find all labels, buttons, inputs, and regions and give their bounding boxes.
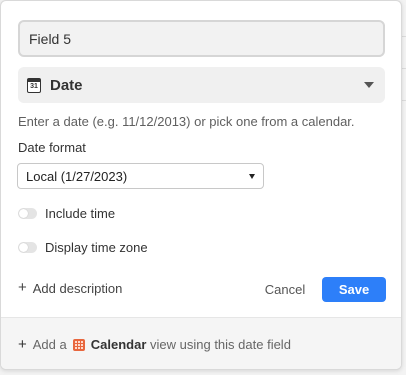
display-time-zone-toggle[interactable] — [18, 242, 37, 253]
date-format-label: Date format — [18, 140, 86, 155]
date-format-value: Local (1/27/2023) — [26, 168, 128, 184]
add-description-label: Add description — [32, 280, 123, 296]
field-type-select[interactable]: 31 Date — [18, 67, 385, 103]
field-type-help-text: Enter a date (e.g. 11/12/2013) or pick o… — [18, 114, 355, 129]
footer-prefix-text: Add a — [32, 337, 67, 352]
date-format-select[interactable]: Local (1/27/2023) — [17, 163, 264, 189]
chevron-down-icon — [364, 82, 374, 88]
include-time-toggle[interactable] — [18, 208, 37, 219]
add-description-button[interactable]: + Add description — [18, 280, 122, 296]
display-time-zone-label: Display time zone — [45, 240, 148, 255]
save-button[interactable]: Save — [322, 277, 386, 302]
display-time-zone-toggle-row[interactable]: Display time zone — [18, 240, 148, 255]
include-time-label: Include time — [45, 206, 116, 221]
add-calendar-view-link[interactable]: + Add a Calendar view using this date fi… — [1, 317, 401, 369]
footer-view-name: Calendar — [90, 337, 147, 352]
field-name-input[interactable] — [18, 20, 385, 57]
calendar-grid-icon — [72, 338, 85, 351]
plus-icon: + — [18, 279, 27, 296]
footer-suffix-text: view using this date field — [150, 337, 291, 352]
field-type-label: Date — [50, 76, 83, 94]
dropdown-arrow-icon — [249, 174, 255, 179]
include-time-toggle-row[interactable]: Include time — [18, 206, 115, 221]
plus-icon: + — [18, 335, 27, 353]
calendar-icon: 31 — [27, 77, 41, 93]
cancel-button[interactable]: Cancel — [259, 277, 311, 302]
field-config-panel: 31 Date Enter a date (e.g. 11/12/2013) o… — [0, 0, 402, 370]
